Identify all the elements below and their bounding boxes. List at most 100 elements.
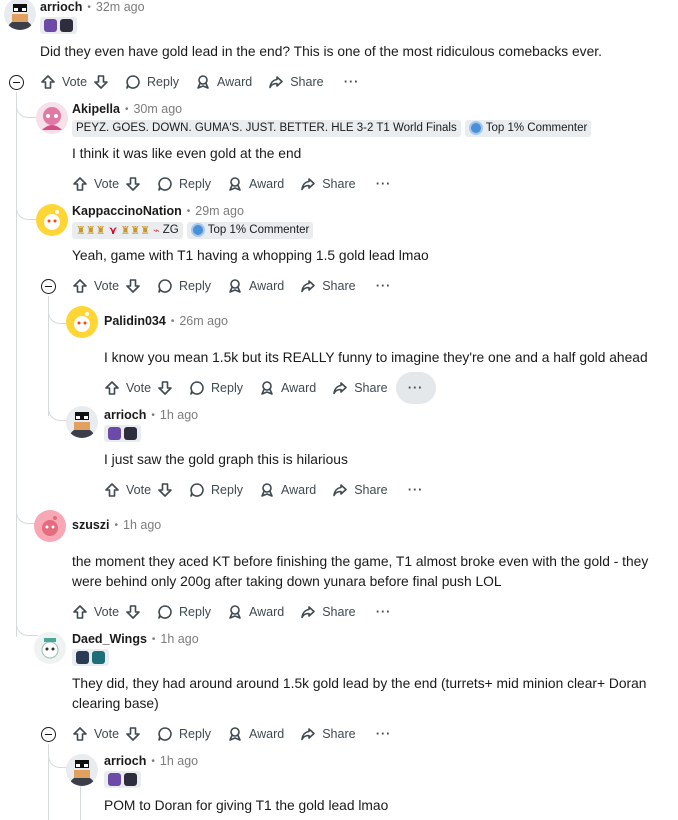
comment-body: I think it was like even gold at the end xyxy=(72,146,302,161)
vote-count: Vote xyxy=(126,381,152,395)
username[interactable]: Akipella xyxy=(72,102,120,116)
username[interactable]: arrioch xyxy=(104,754,146,768)
username[interactable]: arrioch xyxy=(40,0,82,14)
comment-actions: Vote Reply Award Share ··· xyxy=(96,474,436,506)
downvote-icon[interactable] xyxy=(125,278,141,294)
downvote-icon[interactable] xyxy=(93,74,109,90)
avatar[interactable] xyxy=(66,754,98,786)
timestamp[interactable]: 1h ago xyxy=(160,754,198,768)
timestamp[interactable]: 1h ago xyxy=(123,518,161,532)
timestamp[interactable]: 32m ago xyxy=(96,0,145,14)
comment-icon xyxy=(190,483,204,497)
comment-meta: Daed_Wings • 1h ago xyxy=(72,632,199,646)
share-label: Share xyxy=(322,727,356,741)
downvote-icon[interactable] xyxy=(125,176,141,192)
more-options-button[interactable]: ··· xyxy=(364,168,404,200)
gen-g-logo-icon: ⌁ xyxy=(153,224,160,237)
timestamp[interactable]: 30m ago xyxy=(133,102,182,116)
vote-group: Vote xyxy=(64,718,149,750)
comment-body: POM to Doran for giving T1 the gold lead… xyxy=(104,798,389,813)
share-icon xyxy=(333,382,348,395)
avatar[interactable] xyxy=(34,510,66,542)
reply-label: Reply xyxy=(211,483,243,497)
reply-button[interactable]: Reply xyxy=(181,474,251,506)
avatar[interactable] xyxy=(36,204,68,236)
collapse-thread-button[interactable] xyxy=(41,727,56,742)
flair-icon xyxy=(60,18,73,32)
more-options-button[interactable]: ··· xyxy=(395,372,436,404)
share-button[interactable]: Share xyxy=(260,66,331,98)
upvote-icon[interactable] xyxy=(40,74,56,90)
upvote-icon[interactable] xyxy=(72,176,88,192)
avatar[interactable] xyxy=(4,0,36,30)
thread-connector xyxy=(16,100,38,118)
timestamp[interactable]: 1h ago xyxy=(160,408,198,422)
upvote-icon[interactable] xyxy=(72,278,88,294)
username[interactable]: Palidin034 xyxy=(104,314,166,328)
flair-row xyxy=(40,16,77,34)
timestamp[interactable]: 1h ago xyxy=(160,632,198,646)
vote-group: Vote xyxy=(32,66,117,98)
vote-count: Vote xyxy=(94,727,120,741)
comment-meta: Akipella • 30m ago xyxy=(72,102,182,116)
username[interactable]: KappaccinoNation xyxy=(72,204,182,218)
upvote-icon[interactable] xyxy=(104,482,120,498)
reply-button[interactable]: Reply xyxy=(149,718,219,750)
more-options-button[interactable]: ··· xyxy=(332,66,372,98)
award-button[interactable]: Award xyxy=(219,168,292,200)
timestamp[interactable]: 29m ago xyxy=(195,204,244,218)
flair-icon xyxy=(108,426,121,440)
award-button[interactable]: Award xyxy=(187,66,260,98)
avatar[interactable] xyxy=(34,632,66,664)
more-options-button[interactable]: ··· xyxy=(364,718,404,750)
avatar[interactable] xyxy=(66,406,98,438)
share-label: Share xyxy=(322,605,356,619)
award-button[interactable]: Award xyxy=(219,270,292,302)
username[interactable]: arrioch xyxy=(104,408,146,422)
award-button[interactable]: Award xyxy=(251,372,324,404)
collapse-thread-button[interactable] xyxy=(9,75,24,90)
share-button[interactable]: Share xyxy=(292,168,363,200)
collapse-thread-button[interactable] xyxy=(41,279,56,294)
username[interactable]: Daed_Wings xyxy=(72,632,147,646)
timestamp[interactable]: 26m ago xyxy=(179,314,228,328)
reply-button[interactable]: Reply xyxy=(149,596,219,628)
downvote-icon[interactable] xyxy=(125,604,141,620)
comment-actions: Vote Reply Award Share ··· xyxy=(64,596,404,628)
comment-icon xyxy=(158,727,172,741)
award-button[interactable]: Award xyxy=(251,474,324,506)
award-button[interactable]: Award xyxy=(219,596,292,628)
avatar[interactable] xyxy=(36,102,68,134)
downvote-icon[interactable] xyxy=(125,726,141,742)
share-button[interactable]: Share xyxy=(324,474,395,506)
comment-meta: szuszi • 1h ago xyxy=(72,518,161,532)
comment-body-line: the moment they aced KT before finishing… xyxy=(72,554,649,569)
comment-body-line: They did, they had around around 1.5k go… xyxy=(72,676,647,691)
downvote-icon[interactable] xyxy=(157,380,173,396)
award-label: Award xyxy=(249,177,285,191)
upvote-icon[interactable] xyxy=(104,380,120,396)
share-button[interactable]: Share xyxy=(292,596,363,628)
share-button[interactable]: Share xyxy=(292,270,363,302)
more-options-button[interactable]: ··· xyxy=(364,596,404,628)
more-options-button[interactable]: ··· xyxy=(364,270,404,302)
award-label: Award xyxy=(217,75,253,89)
reply-button[interactable]: Reply xyxy=(149,270,219,302)
username[interactable]: szuszi xyxy=(72,518,110,532)
upvote-icon[interactable] xyxy=(72,604,88,620)
more-options-button[interactable]: ··· xyxy=(396,474,436,506)
avatar[interactable] xyxy=(66,306,98,338)
badge-icon xyxy=(190,223,205,237)
separator-dot: • xyxy=(170,315,175,327)
comment-body-line: were behind only 200g after taking down … xyxy=(72,574,502,589)
share-button[interactable]: Share xyxy=(292,718,363,750)
reply-button[interactable]: Reply xyxy=(149,168,219,200)
upvote-icon[interactable] xyxy=(72,726,88,742)
separator-dot: • xyxy=(124,103,129,115)
comment-meta: arrioch • 1h ago xyxy=(104,754,198,768)
reply-button[interactable]: Reply xyxy=(181,372,251,404)
share-button[interactable]: Share xyxy=(324,372,395,404)
award-button[interactable]: Award xyxy=(219,718,292,750)
downvote-icon[interactable] xyxy=(157,482,173,498)
reply-button[interactable]: Reply xyxy=(117,66,187,98)
